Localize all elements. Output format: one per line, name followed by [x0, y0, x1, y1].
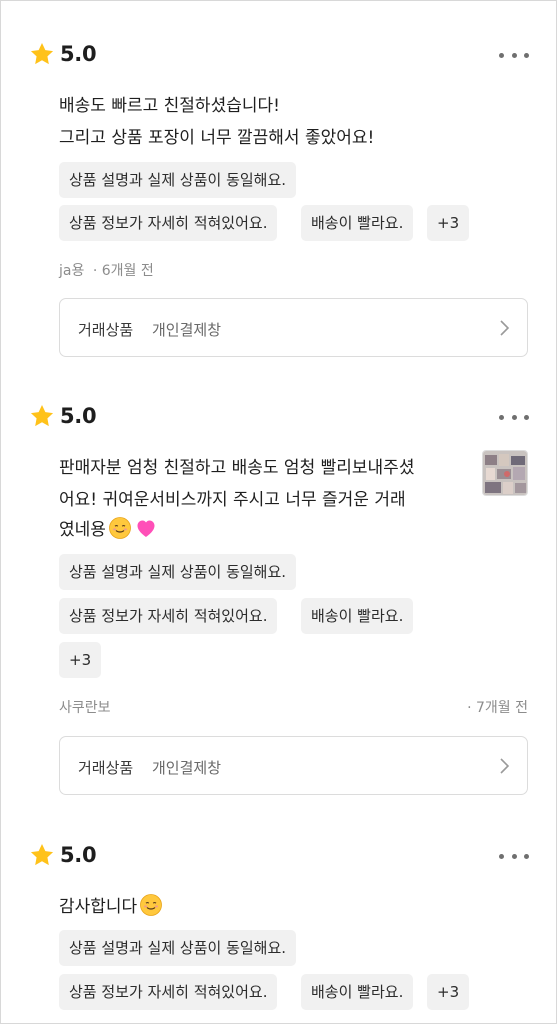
traded-product-value: 개인결제창 — [152, 321, 222, 339]
more-options-icon[interactable] — [499, 852, 529, 860]
reviewer-name: 사쿠란보 — [59, 700, 111, 716]
review-tag: 상품 정보가 자세히 적혀있어요. — [59, 205, 278, 241]
chevron-right-icon — [500, 758, 510, 774]
photo-image — [483, 451, 527, 495]
review-text-last-line: 감사합니다 — [59, 892, 163, 922]
review-text-line: 어요! 귀여운서비스까지 주시고 너무 즐거운 거래 — [59, 490, 406, 510]
review-text-last-line: 였네용 — [59, 515, 158, 545]
chevron-right-icon — [500, 320, 510, 336]
rating-value: 5.0 — [60, 42, 97, 66]
traded-product-row[interactable]: 거래상품 개인결제창 — [59, 298, 528, 357]
review-text-line: 배송도 빠르고 친절하셨습니다! — [59, 96, 280, 116]
review-text-line: 감사합니다 — [59, 897, 138, 917]
more-options-icon[interactable] — [499, 413, 529, 421]
rating-row: 5.0 — [29, 840, 97, 870]
traded-product-row[interactable]: 거래상품 개인결제창 — [59, 736, 528, 795]
more-tags-button[interactable]: +3 — [427, 205, 470, 241]
review-text-line: 판매자분 엄청 친절하고 배송도 엄청 빨리보내주셨 — [59, 458, 415, 478]
review-time: · 6개월 전 — [92, 263, 154, 279]
pink-heart-icon — [137, 520, 155, 537]
more-tags-button[interactable]: +3 — [427, 974, 470, 1010]
review-text-line: 였네용 — [59, 520, 106, 540]
traded-product-value: 개인결제창 — [152, 759, 222, 777]
review-tag: 상품 설명과 실제 상품이 동일해요. — [59, 162, 297, 198]
review-tag: 배송이 빨라요. — [301, 974, 414, 1010]
reviewer-name: ja용 — [59, 263, 85, 279]
smiling-face-icon — [140, 894, 163, 916]
traded-product-label: 거래상품 — [78, 759, 134, 777]
review-tag: 상품 정보가 자세히 적혀있어요. — [59, 598, 278, 634]
star-icon — [30, 404, 54, 427]
review-tag: 배송이 빨라요. — [301, 205, 414, 241]
rating-value: 5.0 — [60, 843, 97, 867]
review-tag: 상품 설명과 실제 상품이 동일해요. — [59, 930, 297, 966]
review-time: · 7개월 전 — [467, 700, 528, 716]
more-options-icon[interactable] — [499, 51, 529, 59]
rating-row: 5.0 — [29, 39, 97, 69]
review-tag: 상품 설명과 실제 상품이 동일해요. — [59, 554, 297, 590]
review-text-line: 그리고 상품 포장이 너무 깔끔해서 좋았어요! — [59, 128, 375, 148]
review-tag: 배송이 빨라요. — [301, 598, 414, 634]
review-tag: 상품 정보가 자세히 적혀있어요. — [59, 974, 278, 1010]
more-tags-button[interactable]: +3 — [59, 642, 102, 678]
rating-row: 5.0 — [29, 401, 97, 431]
review-photo-thumbnail[interactable] — [482, 450, 528, 496]
star-icon — [30, 843, 54, 866]
rating-value: 5.0 — [60, 404, 97, 428]
star-icon — [30, 42, 54, 65]
smiling-face-icon — [109, 517, 131, 539]
traded-product-label: 거래상품 — [78, 321, 134, 339]
reviews-screen: 5.0 배송도 빠르고 친절하셨습니다! 그리고 상품 포장이 너무 깔끔해서 … — [0, 0, 557, 1024]
